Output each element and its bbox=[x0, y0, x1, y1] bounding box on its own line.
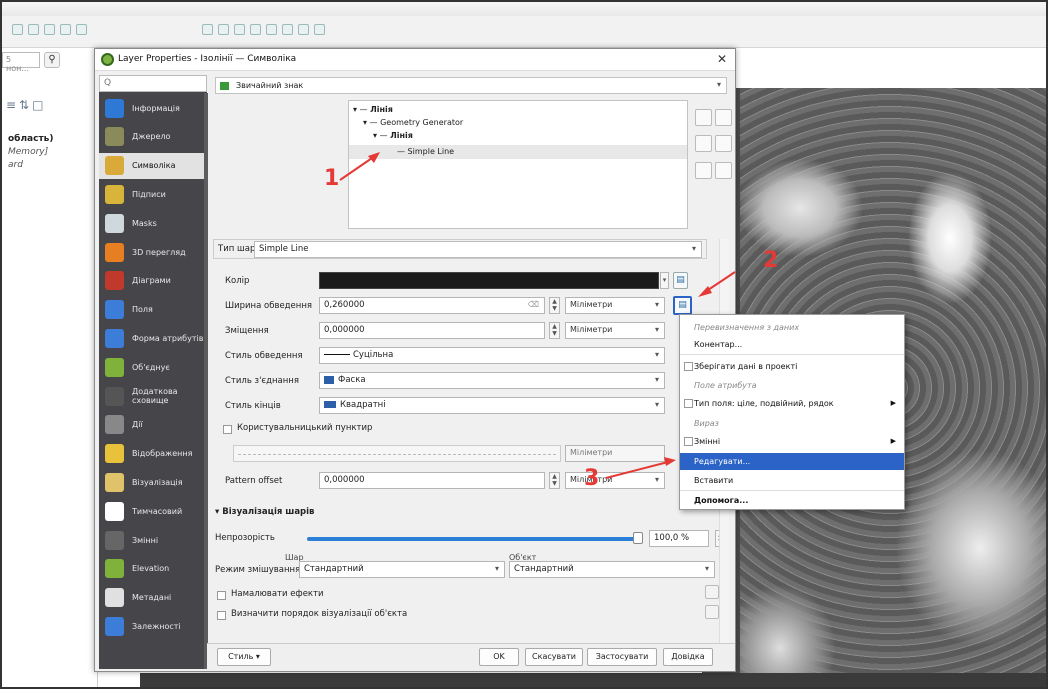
annotation-arrow-1 bbox=[339, 155, 376, 181]
annotation-arrows bbox=[339, 152, 736, 479]
annotation-arrowhead-3 bbox=[664, 457, 676, 466]
annotation-number-2: 2 bbox=[763, 248, 779, 273]
annotation-number-1: 1 bbox=[324, 166, 340, 191]
annotation-arrowhead-1 bbox=[368, 152, 380, 163]
annotation-number-3: 3 bbox=[584, 466, 600, 491]
annotation-arrow-3 bbox=[605, 461, 669, 479]
